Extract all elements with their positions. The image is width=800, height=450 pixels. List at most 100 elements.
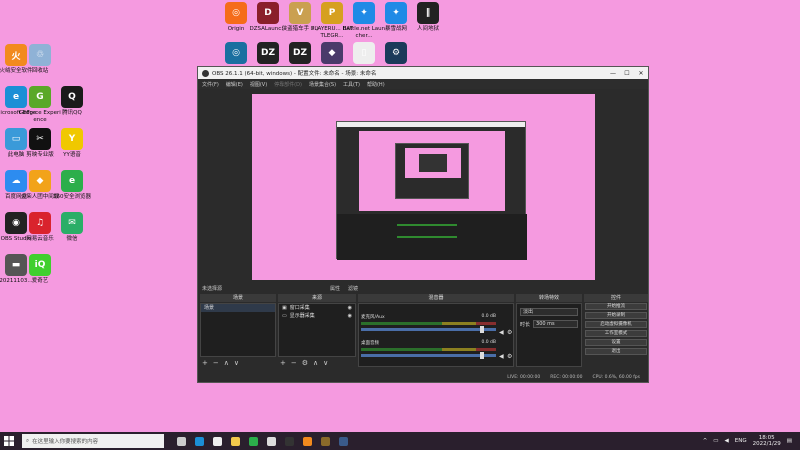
menu-view[interactable]: 视图(V) [250,81,267,88]
gta-icon[interactable] [280,432,298,450]
sources-toolbar: + − ⚙ ∧ ∨ [280,358,328,367]
app-icon: DZ [289,42,311,64]
app-icon: V [289,2,311,24]
desktop-icon[interactable]: ‖ 人间地狱 [406,2,450,33]
scenes-dock-title: 场景 [200,294,276,302]
store-icon[interactable] [208,432,226,450]
cpu-status: CPU: 0.6%, 60.00 fps [592,375,641,380]
desktop-icon[interactable]: Q 腾讯QQ [50,86,94,117]
menu-edit[interactable]: 编辑(E) [226,81,243,88]
orange-app-icon[interactable] [298,432,316,450]
close-button[interactable]: ✕ [634,70,648,77]
add-scene-button[interactable]: + [202,359,208,367]
source-item[interactable]: ▣ 窗口采集 ◉ [279,304,355,312]
preview-canvas[interactable] [252,94,595,280]
transition-select[interactable]: 淡出 [520,308,578,316]
desktop-icon[interactable]: iQ 爱奇艺 [18,254,62,285]
start-streaming-button[interactable]: 开始推流 [585,303,647,310]
studio-mode-button[interactable]: 工作室模式 [585,330,647,337]
obs-logo-icon [202,69,209,77]
volume-icon[interactable]: ◀ [725,438,729,444]
mixer-panel [358,303,514,367]
remove-scene-button[interactable]: − [213,359,219,367]
menu-tools[interactable]: 工具(T) [343,81,360,88]
menu-help[interactable]: 帮助(H) [367,81,385,88]
obs-titlebar[interactable]: OBS 26.1.1 (64-bit, windows) - 配置文件: 未命名… [198,67,648,79]
move-up-icon[interactable]: ∧ [224,359,229,367]
properties-button[interactable]: 属性 [330,285,340,292]
maximize-button[interactable]: ☐ [620,70,634,77]
monitor-source-icon: ▭ [282,313,287,319]
search-icon: ⌕ [26,437,30,444]
pinned-apps [172,432,352,450]
duration-input[interactable]: 300 ms [533,320,578,328]
game-icon[interactable] [316,432,334,450]
speaker-icon[interactable]: ◀ [499,329,504,336]
task-view-icon[interactable] [172,432,190,450]
speaker-icon[interactable]: ◀ [499,353,504,360]
remove-source-button[interactable]: − [291,359,297,367]
sources-dock-title: 来源 [278,294,356,302]
no-source-label: 未选择源 [202,286,223,292]
move-down-icon[interactable]: ∨ [234,359,239,367]
steam-icon[interactable] [334,432,352,450]
desktop-icon-label: 人间地狱 [416,26,439,32]
duration-label: 时长 [520,321,531,328]
add-source-button[interactable]: + [280,359,286,367]
controls-dock-title: 控件 [584,294,648,302]
nested-obs-window [336,121,527,260]
source-item[interactable]: ▭ 显示器采集 ◉ [279,312,355,320]
app-icon: ◆ [321,42,343,64]
desktop-icon[interactable]: ♲ 回收站 [18,44,62,75]
desktop-icon-label: 回收站 [31,68,49,74]
obs-icon[interactable] [262,432,280,450]
eye-icon[interactable]: ◉ [348,312,352,320]
settings-icon[interactable]: ⚙ [507,353,512,360]
settings-button[interactable]: 设置 [585,339,647,346]
preview-area: 未选择源 属性 滤镜 场景 场景 + − ∧ ∨ 来源 ▣ 窗口采集 ◉ ▭ 显… [198,89,648,367]
explorer-icon[interactable] [226,432,244,450]
scene-item[interactable]: 场景 [201,304,275,312]
app-icon: G [29,86,51,108]
sources-panel: ▣ 窗口采集 ◉ ▭ 显示器采集 ◉ [278,303,356,357]
menu-scene-collection[interactable]: 场景集合(S) [309,81,336,88]
volume-slider[interactable] [361,352,496,359]
app-icon: ◎ [225,2,247,24]
app-icon: Y [61,128,83,150]
menu-docks[interactable]: 停靠部件(D) [274,81,302,88]
app-icon: ✦ [353,2,375,24]
nested-preview [359,131,505,211]
desktop-icon[interactable]: Y YY语音 [50,128,94,159]
language-indicator[interactable]: ENG [735,438,747,444]
minimize-button[interactable]: — [606,70,620,77]
notification-icon[interactable]: ▤ [787,438,792,444]
start-button[interactable] [0,432,18,450]
app-icon: ◆ [29,170,51,192]
obs-window[interactable]: OBS 26.1.1 (64-bit, windows) - 配置文件: 未命名… [197,66,649,383]
exit-button[interactable]: 退出 [585,348,647,355]
move-down-icon[interactable]: ∨ [323,359,328,367]
edge-icon[interactable] [190,432,208,450]
desktop-icon[interactable]: ⚙ [374,42,418,66]
eye-icon[interactable]: ◉ [348,304,352,312]
clock[interactable]: 18:05 2022/1/29 [753,435,781,448]
taskbar: ⌕ 在这里输入你要搜索的内容 ^ ▭ ◀ ENG 18:05 2022/1/29… [0,432,800,450]
chevron-up-icon[interactable]: ^ [703,438,708,444]
desktop-icon[interactable]: ✉ 微信 [50,212,94,243]
360-icon[interactable] [244,432,262,450]
start-virtual-camera-button[interactable]: 启动虚拟摄像机 [585,321,647,328]
app-icon: e [61,170,83,192]
volume-slider[interactable] [361,326,496,333]
menu-file[interactable]: 文件(F) [202,81,219,88]
move-up-icon[interactable]: ∧ [313,359,318,367]
status-bar: LIVE: 00:00:00 REC: 00:00:00 CPU: 0.6%, … [198,373,648,382]
source-settings-icon[interactable]: ⚙ [302,359,308,367]
filters-button[interactable]: 滤镜 [348,285,358,292]
volume-meter [361,322,496,325]
taskbar-search-input[interactable]: ⌕ 在这里输入你要搜索的内容 [22,434,164,448]
start-recording-button[interactable]: 开始录制 [585,312,647,319]
desktop-icon[interactable]: e 360安全浏览器 [50,170,94,201]
app-icon: ‖ [417,2,439,24]
network-icon[interactable]: ▭ [713,438,718,444]
settings-icon[interactable]: ⚙ [507,329,512,336]
